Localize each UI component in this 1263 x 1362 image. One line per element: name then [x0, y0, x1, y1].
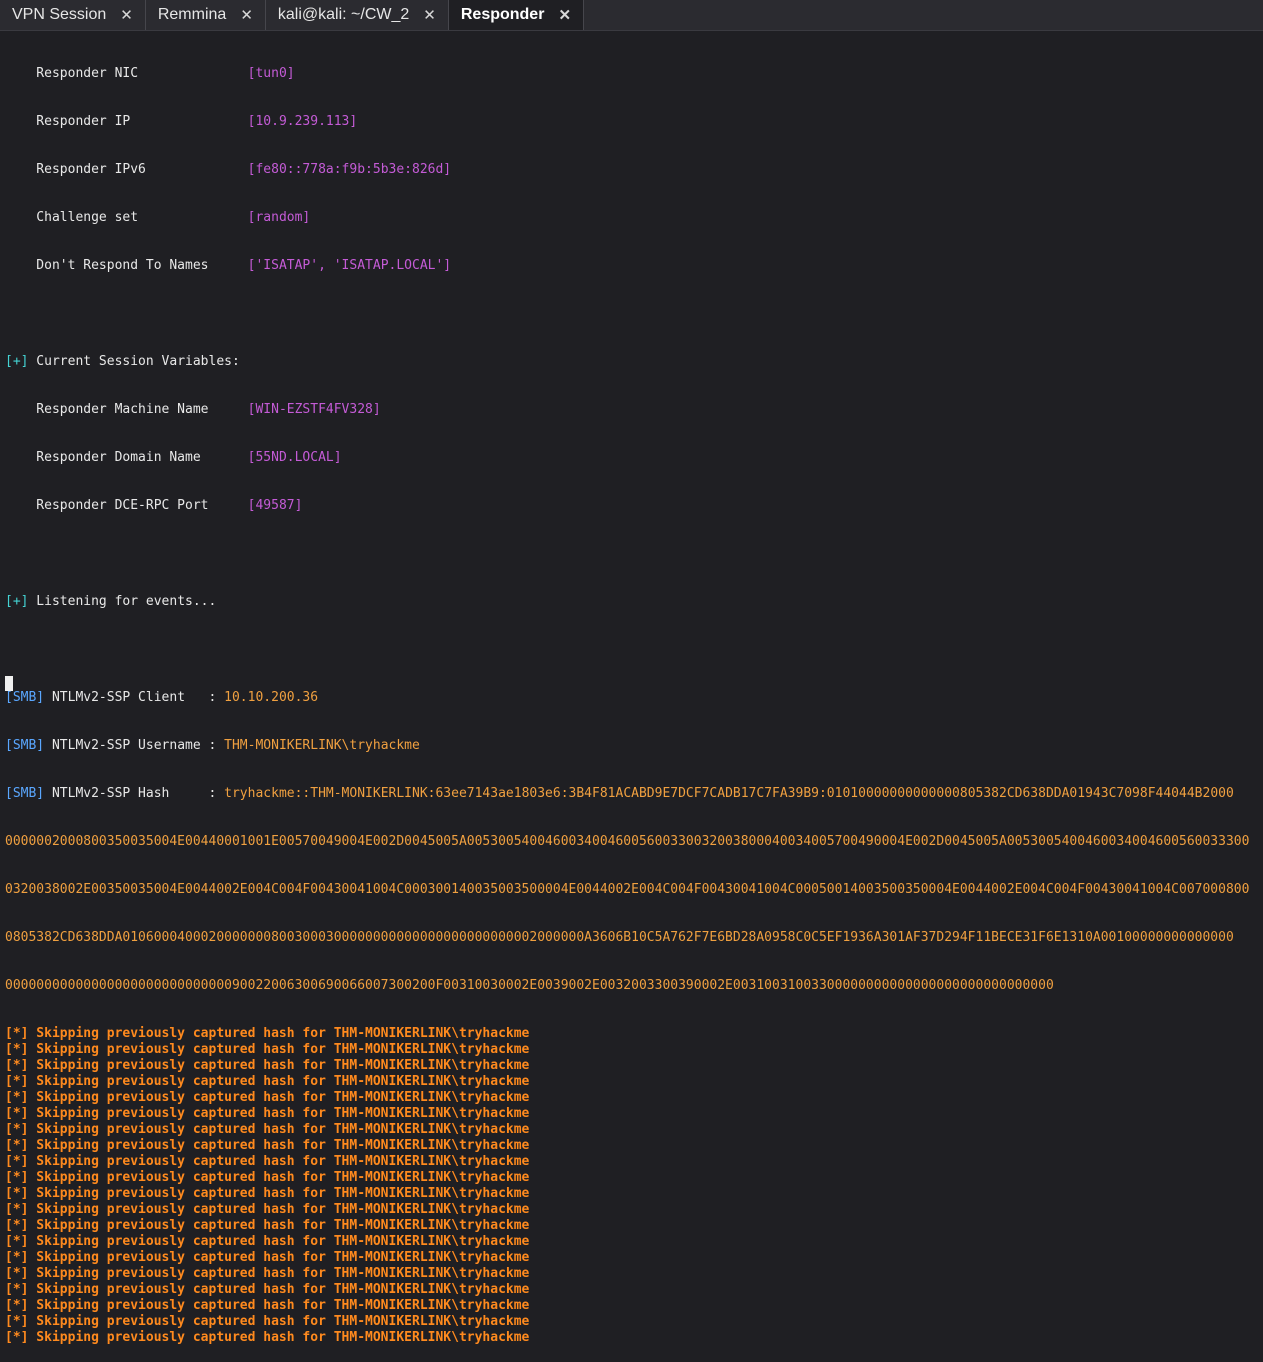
skip-message-line: [*] Skipping previously captured hash fo…	[5, 1330, 530, 1345]
status-prefix: [+]	[5, 594, 29, 609]
smb-username-value: THM-MONIKERLINK\tryhackme	[224, 738, 420, 753]
terminal-line: Responder Machine Name [WIN-EZSTF4FV328]	[5, 402, 1258, 418]
tab-label: Responder	[460, 6, 545, 23]
tab-label: VPN Session	[12, 6, 107, 23]
skip-message-line: [*] Skipping previously captured hash fo…	[5, 1282, 530, 1297]
terminal-output[interactable]: Responder NIC [tun0] Responder IP [10.9.…	[5, 34, 1258, 1362]
listening-text: Listening for events...	[28, 594, 217, 609]
setting-value: [tun0]	[247, 66, 295, 81]
terminal-line: Responder DCE-RPC Port [49587]	[5, 498, 1258, 514]
setting-value: [fe80::778a:f9b:5b3e:826d]	[247, 162, 452, 177]
tab-kali-cw2[interactable]: kali@kali: ~/CW_2 ✕	[266, 0, 449, 30]
setting-label: Responder IP	[5, 114, 248, 129]
skip-message-line: [*] Skipping previously captured hash fo…	[5, 1090, 530, 1105]
hash-continuation-line: 0805382CD638DDA0106000400020000000800300…	[5, 930, 1234, 945]
smb-client-value: 10.10.200.36	[224, 690, 319, 705]
skip-message-line: [*] Skipping previously captured hash fo…	[5, 1170, 530, 1185]
skip-message-line: [*] Skipping previously captured hash fo…	[5, 1138, 530, 1153]
session-var-label: Responder Machine Name	[5, 402, 248, 417]
hash-continuation-line: 0000000000000000000000000000090022006300…	[5, 978, 1054, 993]
smb-hash-label: NTLMv2-SSP Hash :	[44, 786, 225, 801]
skip-message-line: [*] Skipping previously captured hash fo…	[5, 1026, 530, 1041]
smb-tag: [SMB]	[5, 738, 45, 753]
session-header-text: Current Session Variables:	[28, 354, 240, 369]
skip-message-line: [*] Skipping previously captured hash fo…	[5, 1122, 530, 1137]
tab-label: kali@kali: ~/CW_2	[277, 6, 410, 23]
skip-message-line: [*] Skipping previously captured hash fo…	[5, 1314, 530, 1329]
smb-username-line: [SMB] NTLMv2-SSP Username : THM-MONIKERL…	[5, 738, 1258, 754]
skip-message-line: [*] Skipping previously captured hash fo…	[5, 1218, 530, 1233]
session-var-value: [49587]	[247, 498, 303, 513]
skip-message-line: [*] Skipping previously captured hash fo…	[5, 1266, 530, 1281]
session-var-value: [55ND.LOCAL]	[247, 450, 342, 465]
session-var-value: [WIN-EZSTF4FV328]	[247, 402, 381, 417]
tab-remmina[interactable]: Remmina ✕	[146, 0, 266, 30]
skip-message-line: [*] Skipping previously captured hash fo…	[5, 1202, 530, 1217]
smb-username-label: NTLMv2-SSP Username :	[44, 738, 225, 753]
terminal-line: Don't Respond To Names ['ISATAP', 'ISATA…	[5, 258, 1258, 274]
terminal-line: Responder IPv6 [fe80::778a:f9b:5b3e:826d…	[5, 162, 1258, 178]
skip-message-line: [*] Skipping previously captured hash fo…	[5, 1074, 530, 1089]
session-var-label: Responder Domain Name	[5, 450, 248, 465]
close-icon[interactable]: ✕	[240, 6, 253, 24]
terminal-tab-bar: VPN Session ✕ Remmina ✕ kali@kali: ~/CW_…	[0, 0, 1263, 31]
terminal-cursor	[5, 676, 13, 691]
skip-message-line: [*] Skipping previously captured hash fo…	[5, 1106, 530, 1121]
terminal-line: Responder NIC [tun0]	[5, 66, 1258, 82]
setting-label: Don't Respond To Names	[5, 258, 248, 273]
terminal-line: Responder IP [10.9.239.113]	[5, 114, 1258, 130]
session-header-line: [+] Current Session Variables:	[5, 354, 1258, 370]
skip-message-list: [*] Skipping previously captured hash fo…	[5, 1026, 1258, 1346]
hash-text: tryhackme::THM-MONIKERLINK:63ee7143ae180…	[224, 786, 1234, 801]
hash-continuation-line: 0000002000800350035004E00440001001E00570…	[5, 834, 1250, 849]
hash-continuation-line: 0320038002E00350035004E0044002E004C004F0…	[5, 882, 1250, 897]
smb-tag: [SMB]	[5, 786, 45, 801]
skip-message-line: [*] Skipping previously captured hash fo…	[5, 1186, 530, 1201]
close-icon[interactable]: ✕	[423, 6, 436, 24]
setting-value: ['ISATAP', 'ISATAP.LOCAL']	[247, 258, 452, 273]
setting-label: Responder NIC	[5, 66, 248, 81]
smb-client-label: NTLMv2-SSP Client :	[44, 690, 225, 705]
setting-label: Responder IPv6	[5, 162, 248, 177]
skip-message-line: [*] Skipping previously captured hash fo…	[5, 1154, 530, 1169]
session-var-label: Responder DCE-RPC Port	[5, 498, 248, 513]
skip-message-line: [*] Skipping previously captured hash fo…	[5, 1042, 530, 1057]
skip-message-line: [*] Skipping previously captured hash fo…	[5, 1058, 530, 1073]
setting-value: [random]	[247, 210, 311, 225]
terminal-line: Challenge set [random]	[5, 210, 1258, 226]
close-icon[interactable]: ✕	[558, 6, 571, 24]
skip-message-line: [*] Skipping previously captured hash fo…	[5, 1298, 530, 1313]
setting-value: [10.9.239.113]	[247, 114, 358, 129]
smb-hash-line: [SMB] NTLMv2-SSP Hash : tryhackme::THM-M…	[5, 786, 1258, 802]
tab-vpn-session[interactable]: VPN Session ✕	[0, 0, 146, 30]
close-icon[interactable]: ✕	[120, 6, 133, 24]
listening-line: [+] Listening for events...	[5, 594, 1258, 610]
skip-message-line: [*] Skipping previously captured hash fo…	[5, 1250, 530, 1265]
smb-tag: [SMB]	[5, 690, 45, 705]
smb-client-line: [SMB] NTLMv2-SSP Client : 10.10.200.36	[5, 690, 1258, 706]
status-prefix: [+]	[5, 354, 29, 369]
tab-responder[interactable]: Responder ✕	[448, 0, 585, 30]
terminal-line: Responder Domain Name [55ND.LOCAL]	[5, 450, 1258, 466]
skip-message-line: [*] Skipping previously captured hash fo…	[5, 1234, 530, 1249]
tab-label: Remmina	[157, 6, 227, 23]
setting-label: Challenge set	[5, 210, 248, 225]
